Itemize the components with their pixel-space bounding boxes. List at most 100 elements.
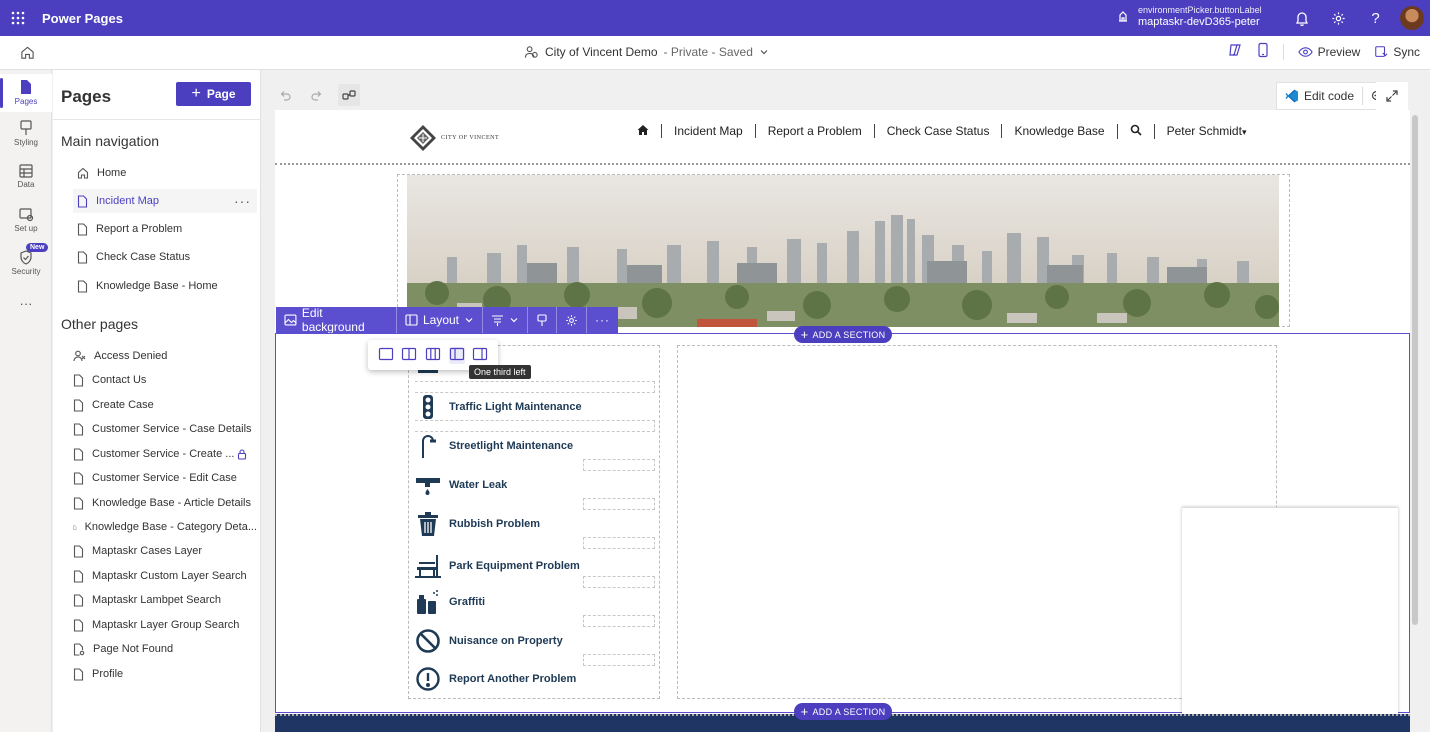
undo-toolbar xyxy=(274,82,360,108)
canvas-scrollbar[interactable] xyxy=(1412,115,1418,625)
settings-gear-icon[interactable] xyxy=(1320,0,1357,36)
page-item[interactable]: Profile xyxy=(73,662,257,686)
copilot-icon[interactable] xyxy=(1227,42,1243,61)
page-icon xyxy=(73,544,84,558)
page-item[interactable]: Maptaskr Cases Layer xyxy=(73,539,257,563)
nav-item-knowledge-base[interactable]: Knowledge Base - Home xyxy=(77,274,261,298)
expand-icon[interactable] xyxy=(1376,82,1408,110)
rail-pages[interactable]: Pages xyxy=(0,74,52,112)
add-page-button[interactable]: + Page xyxy=(176,82,251,106)
edit-background-button[interactable]: Edit background xyxy=(276,306,397,334)
page-item[interactable]: Create Case xyxy=(73,393,257,417)
page-item-access-denied[interactable]: Access Denied xyxy=(73,344,257,368)
rail-security[interactable]: Security New xyxy=(0,243,52,276)
site-home-icon[interactable] xyxy=(635,124,661,139)
environment-picker[interactable]: environmentPicker.buttonLabel maptaskr-d… xyxy=(1116,4,1262,28)
city-logo[interactable]: CITY OF VINCENT xyxy=(409,124,499,152)
redo-icon[interactable] xyxy=(306,84,328,106)
environment-label: environmentPicker.buttonLabel xyxy=(1138,5,1262,15)
lock-icon xyxy=(237,448,247,460)
page-item[interactable]: Knowledge Base - Article Details xyxy=(73,491,257,515)
site-picker[interactable]: City of Vincent Demo - Private - Saved xyxy=(524,45,769,59)
app-launcher-icon[interactable] xyxy=(0,0,36,36)
edit-code-button[interactable]: Edit code xyxy=(1277,83,1362,109)
nav-item-check-case-status[interactable]: Check Case Status xyxy=(77,245,261,269)
service-item-report-another[interactable]: Report Another Problem xyxy=(415,664,655,694)
site-header[interactable]: CITY OF VINCENT Incident Map Report a Pr… xyxy=(275,110,1410,165)
user-avatar[interactable] xyxy=(1400,6,1424,30)
section-edit-toolbar: Edit background Layout ··· xyxy=(276,306,618,334)
two-column-layout-icon[interactable] xyxy=(401,347,417,364)
hero-city-skyline-image[interactable] xyxy=(407,175,1279,327)
page-item[interactable]: Customer Service - Case Details xyxy=(73,417,257,441)
page-icon xyxy=(77,250,88,264)
command-bar: City of Vincent Demo - Private - Saved P… xyxy=(0,36,1430,70)
page-icon xyxy=(73,525,77,529)
page-item[interactable]: Knowledge Base - Category Deta... xyxy=(73,515,257,539)
one-third-left-layout-icon[interactable] xyxy=(448,346,465,364)
rail-more[interactable]: ··· xyxy=(0,296,52,311)
page-item[interactable]: Maptaskr Custom Layer Search xyxy=(73,564,257,588)
page-item[interactable]: Maptaskr Layer Group Search xyxy=(73,613,257,637)
service-item-water-leak[interactable]: Water Leak xyxy=(415,470,655,500)
panel-title: Pages xyxy=(61,87,112,106)
site-nav-incident-map[interactable]: Incident Map xyxy=(661,124,755,138)
spacing-dropdown[interactable] xyxy=(483,307,528,333)
site-nav-check-case-status[interactable]: Check Case Status xyxy=(873,124,1002,138)
page-icon xyxy=(73,496,84,510)
page-icon xyxy=(73,667,84,681)
park-bench-icon xyxy=(415,555,441,578)
style-brush-button[interactable] xyxy=(528,307,557,333)
spacing-icon xyxy=(492,315,503,326)
page-item[interactable]: Maptaskr Lambpet Search xyxy=(73,588,257,612)
add-section-button-bottom[interactable]: + ADD A SECTION xyxy=(794,703,892,720)
layout-icon xyxy=(405,314,418,326)
nav-item-report-problem[interactable]: Report a Problem xyxy=(77,217,261,241)
sync-button[interactable]: Sync xyxy=(1374,45,1420,59)
shield-icon xyxy=(20,250,32,265)
add-section-button-top[interactable]: + ADD A SECTION xyxy=(794,326,892,343)
page-item-not-found[interactable]: Page Not Found xyxy=(73,637,257,661)
top-bar: Power Pages environmentPicker.buttonLabe… xyxy=(0,0,1430,36)
more-options-icon[interactable]: ··· xyxy=(587,307,618,333)
undo-icon[interactable] xyxy=(274,84,296,106)
section-settings-button[interactable] xyxy=(557,307,587,333)
mobile-preview-icon[interactable] xyxy=(1257,42,1269,61)
one-third-right-layout-icon[interactable] xyxy=(472,347,488,364)
site-nav-report-problem[interactable]: Report a Problem xyxy=(754,124,874,138)
service-item-nuisance[interactable]: Nuisance on Property xyxy=(415,626,655,656)
water-leak-icon xyxy=(416,478,440,495)
one-column-layout-icon[interactable] xyxy=(378,347,394,364)
home-icon[interactable] xyxy=(20,45,35,63)
more-options-icon[interactable]: ··· xyxy=(234,193,251,209)
pages-panel: Pages + Page Main navigation Home Incide… xyxy=(53,70,261,732)
three-column-layout-icon[interactable] xyxy=(425,347,441,364)
page-icon xyxy=(73,373,84,387)
site-nav-knowledge-base[interactable]: Knowledge Base xyxy=(1001,124,1116,138)
nav-item-incident-map[interactable]: Incident Map ··· xyxy=(73,189,257,213)
site-search-icon[interactable] xyxy=(1116,123,1154,139)
home-icon xyxy=(77,167,89,179)
rail-styling[interactable]: Styling xyxy=(0,120,52,147)
page-item[interactable]: Customer Service - Create ... xyxy=(73,442,257,466)
chevron-down-icon xyxy=(510,318,518,323)
layout-dropdown[interactable]: Layout xyxy=(397,307,483,333)
service-item-rubbish[interactable]: Rubbish Problem xyxy=(415,509,655,539)
page-item[interactable]: Customer Service - Edit Case xyxy=(73,466,257,490)
chevron-down-icon xyxy=(760,50,768,55)
help-icon[interactable]: ? xyxy=(1357,0,1394,36)
rail-setup[interactable]: Set up xyxy=(0,207,52,233)
page-icon xyxy=(73,447,84,461)
site-user-menu[interactable]: Peter Schmidt xyxy=(1153,123,1259,139)
preview-button[interactable]: Preview xyxy=(1297,45,1360,59)
link-icon[interactable] xyxy=(338,84,360,106)
notifications-icon[interactable] xyxy=(1283,0,1320,36)
site-status: - Private - Saved xyxy=(663,45,753,59)
service-item-traffic-light[interactable]: Traffic Light Maintenance xyxy=(415,392,655,422)
rail-data[interactable]: Data xyxy=(0,164,52,189)
service-item-streetlight[interactable]: Streetlight Maintenance xyxy=(415,431,655,461)
page-icon xyxy=(73,618,84,632)
nav-item-home[interactable]: Home xyxy=(77,161,261,185)
page-item[interactable]: Contact Us xyxy=(73,368,257,392)
service-item-graffiti[interactable]: Graffiti xyxy=(415,587,655,617)
